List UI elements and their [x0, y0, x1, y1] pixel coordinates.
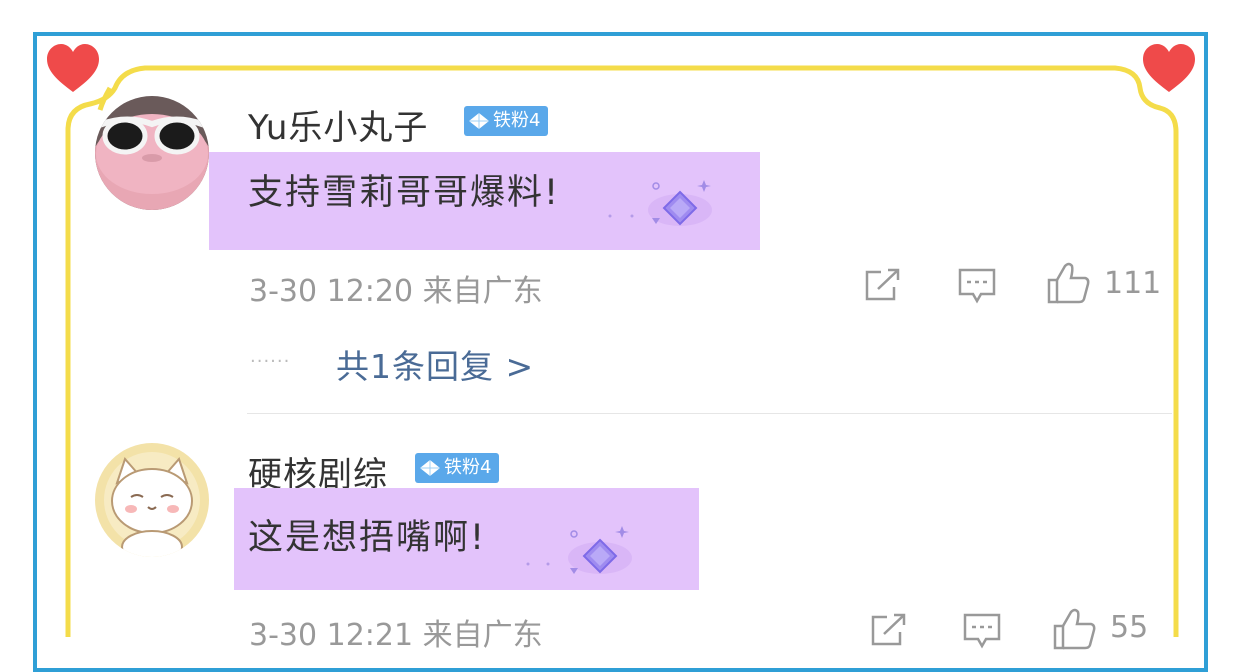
thumbs-up-icon[interactable] — [1053, 608, 1097, 650]
diamond-icon — [526, 526, 632, 574]
badge-label: 铁粉4 — [493, 110, 541, 131]
share-icon[interactable] — [864, 267, 902, 303]
heart-icon-right — [1143, 44, 1195, 92]
comment-icon[interactable] — [962, 612, 1002, 650]
badge-label: 铁粉4 — [444, 457, 492, 478]
thumbs-up-icon[interactable] — [1047, 262, 1091, 304]
avatar[interactable] — [95, 443, 209, 557]
diamond-icon — [469, 113, 489, 129]
comment-timestamp-location: 3-30 12:21 来自广东 — [249, 618, 543, 653]
like-count: 111 — [1104, 266, 1162, 301]
comment-timestamp-location: 3-30 12:20 来自广东 — [249, 274, 543, 309]
fan-badge[interactable]: 铁粉4 — [464, 106, 549, 136]
avatar[interactable] — [95, 96, 209, 210]
avatar-cat-image — [95, 443, 209, 557]
diamond-icon — [420, 460, 440, 476]
comment-text: 支持雪莉哥哥爆料! — [248, 173, 561, 213]
share-icon[interactable] — [870, 612, 908, 648]
comment-icon[interactable] — [957, 267, 997, 305]
fan-badge[interactable]: 铁粉4 — [415, 453, 500, 483]
username[interactable]: Yu乐小丸子 — [248, 100, 428, 149]
avatar-pink-sunglasses-image — [95, 96, 209, 210]
diamond-icon — [608, 180, 712, 226]
heart-icon-left — [47, 44, 99, 92]
comment-text: 这是想捂嘴啊! — [248, 518, 487, 558]
like-count: 55 — [1110, 610, 1149, 645]
comment-divider — [247, 413, 1172, 414]
view-replies-link[interactable]: 共1条回复 > — [336, 340, 534, 388]
reply-dots: ...... — [250, 346, 291, 367]
